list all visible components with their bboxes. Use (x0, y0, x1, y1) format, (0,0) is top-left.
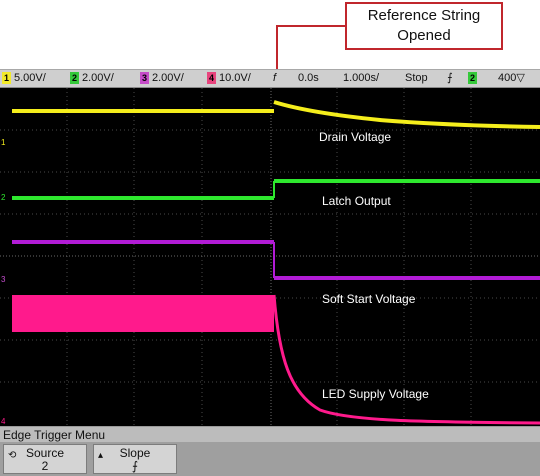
menu-title-bar: Edge Trigger Menu (0, 426, 540, 442)
menu-title: Edge Trigger Menu (3, 428, 106, 442)
channel-4-scale-text: 10.0V/ (219, 72, 251, 84)
trigger-source-badge: 2 (468, 72, 477, 85)
channel-1-scale[interactable]: 1 5.00V/ (2, 71, 46, 85)
graticule-grid (0, 88, 540, 426)
channel-2-badge: 2 (70, 72, 79, 85)
slope-softkey-value: ⨍ (131, 459, 139, 473)
trace-label-led-supply-voltage: LED Supply Voltage (322, 387, 429, 401)
channel-3-scale-text: 2.00V/ (152, 72, 184, 84)
slope-softkey[interactable]: ▴ Slope ⨍ (93, 444, 177, 474)
trace-label-latch-output: Latch Output (322, 194, 391, 208)
channel-1-badge: 1 (2, 72, 11, 85)
trigger-position-marker: f (273, 72, 277, 84)
trace-label-soft-start-voltage: Soft Start Voltage (322, 292, 416, 306)
svg-text:3: 3 (1, 275, 6, 284)
trace-label-drain-voltage: Drain Voltage (319, 130, 392, 144)
trigger-level-value: 400 (498, 72, 517, 84)
channel-1-scale-text: 5.00V/ (14, 72, 46, 84)
svg-text:4: 4 (1, 417, 6, 426)
trigger-slope-icon: ⨍ (447, 72, 453, 84)
channel-ground-markers: 1 2 3 4 (1, 138, 6, 426)
drain-voltage-trace (12, 100, 540, 129)
waveform-display: 1 2 3 4 Drain Voltage Latch Output Soft … (0, 88, 540, 426)
channel-3-badge: 3 (140, 72, 149, 85)
graticule-center-axes (0, 88, 540, 426)
soft-start-voltage-trace (12, 240, 540, 280)
time-offset[interactable]: 0.0s (298, 71, 319, 85)
channel-2-scale[interactable]: 2 2.00V/ (70, 71, 114, 85)
source-softkey[interactable]: ⟲ Source 2 (3, 444, 87, 474)
channel-2-scale-text: 2.00V/ (82, 72, 114, 84)
trigger-level-icon: ▽ (516, 72, 525, 84)
waveform-canvas: 1 2 3 4 (0, 88, 540, 426)
svg-text:1: 1 (1, 138, 6, 147)
channel-3-scale[interactable]: 3 2.00V/ (140, 71, 184, 85)
svg-text:2: 2 (1, 193, 6, 202)
scope-status-bar: 1 5.00V/ 2 2.00V/ 3 2.00V/ 4 10.0V/ f 0.0s 1… (0, 69, 540, 88)
source-softkey-value: 2 (41, 459, 49, 473)
latch-output-trace (12, 179, 540, 200)
trigger-source: 2 (468, 71, 480, 85)
timebase[interactable]: 1.000s/ (343, 71, 379, 85)
led-supply-voltage-trace (12, 294, 540, 425)
channel-4-badge: 4 (207, 72, 216, 85)
softkey-row: ⟲ Source 2 ▴ Slope ⨍ (0, 442, 540, 476)
run-state: Stop (405, 72, 428, 84)
channel-4-scale[interactable]: 4 10.0V/ (207, 71, 251, 85)
trigger-level[interactable]: 400▽ (498, 71, 525, 85)
